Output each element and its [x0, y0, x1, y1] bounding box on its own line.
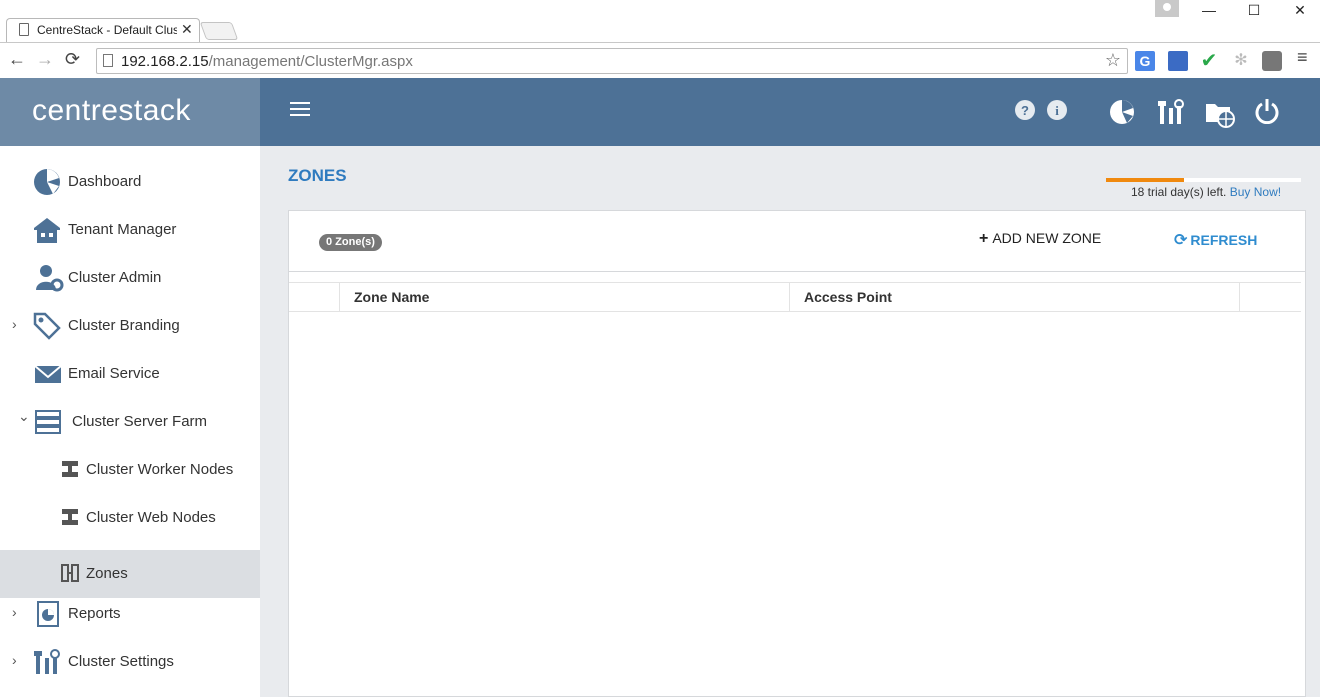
sidebar-item-label: Cluster Branding [68, 317, 180, 334]
trial-days-text: 18 trial day(s) left. [1131, 185, 1227, 199]
tools-icon[interactable] [1157, 98, 1185, 126]
snowflake-ext-icon[interactable]: ✻ [1231, 51, 1251, 71]
sidebar-nav: Dashboard Tenant Manager Cluster Admin ›… [0, 146, 260, 697]
tags-icon [33, 312, 61, 340]
trial-progress-bar [1106, 178, 1301, 182]
trial-progress-fill [1106, 178, 1184, 182]
actions-column-header [1240, 283, 1301, 312]
sidebar-item-cluster-admin[interactable]: Cluster Admin [0, 254, 260, 302]
brand-area[interactable]: centrestack [0, 78, 260, 146]
page-icon [19, 23, 29, 36]
new-tab-button[interactable] [199, 22, 239, 40]
sidebar-item-label: Dashboard [68, 173, 142, 190]
hamburger-menu-icon[interactable] [290, 102, 310, 118]
envelope-icon [34, 365, 62, 383]
calendar-ext-icon[interactable] [1168, 51, 1188, 71]
sidebar-item-cluster-web-nodes[interactable]: Cluster Web Nodes [0, 494, 260, 542]
chevron-right-icon[interactable]: › [12, 316, 17, 332]
report-icon [37, 601, 59, 627]
zones-table-header: Zone Name Access Point [289, 282, 1301, 312]
refresh-icon: ⟳ [1174, 232, 1188, 249]
sidebar-item-label: Cluster Settings [68, 653, 174, 670]
sidebar-item-label: Email Service [68, 365, 160, 382]
sidebar-item-label: Tenant Manager [68, 221, 177, 238]
info-icon[interactable]: i [1047, 100, 1067, 120]
box-ext-icon[interactable] [1262, 51, 1282, 71]
plus-icon: + [979, 230, 989, 247]
node-icon [62, 461, 78, 477]
reload-button[interactable]: ⟳ [65, 49, 80, 70]
bookmark-star-icon[interactable]: ☆ [1105, 50, 1121, 71]
sidebar-item-label: Cluster Web Nodes [86, 509, 216, 526]
folder-globe-icon[interactable] [1204, 98, 1236, 128]
zones-panel: 0 Zone(s) + ADD NEW ZONE ⟳ REFRESH Zone Na… [288, 210, 1306, 697]
buy-now-link[interactable]: Buy Now! [1230, 185, 1281, 199]
browser-menu-icon[interactable]: ≡ [1297, 47, 1308, 68]
sidebar-item-label: Cluster Server Farm [72, 413, 208, 430]
sidebar-item-label: Zones [86, 565, 128, 582]
panel-toolbar: 0 Zone(s) + ADD NEW ZONE ⟳ REFRESH [289, 211, 1305, 272]
sidebar-item-cluster-server-farm[interactable]: ⌄ Cluster Server Farm [0, 398, 260, 446]
google-translate-icon[interactable]: G [1135, 51, 1155, 71]
svg-text:i: i [1055, 103, 1059, 118]
url-text[interactable]: 192.168.2.15/management/ClusterMgr.aspx [121, 53, 413, 70]
sidebar-item-reports[interactable]: › Reports [0, 590, 260, 638]
trial-status: 18 trial day(s) left. Buy Now! [1131, 185, 1281, 199]
sidebar-item-label: Cluster Worker Nodes [86, 461, 234, 478]
power-icon[interactable] [1254, 98, 1280, 124]
sidebar-item-label: Reports [68, 605, 121, 622]
browser-toolbar: ← → ⟳ 192.168.2.15/management/ClusterMgr… [0, 42, 1320, 78]
address-bar[interactable]: 192.168.2.15/management/ClusterMgr.aspx … [96, 48, 1128, 74]
tab-close-icon[interactable]: ✕ [181, 21, 193, 38]
close-window-button[interactable]: ✕ [1285, 2, 1315, 19]
checkmark-ext-icon[interactable]: ✔ [1199, 51, 1219, 71]
zone-count-badge: 0 Zone(s) [319, 234, 382, 251]
access-point-column-header[interactable]: Access Point [790, 283, 1240, 312]
help-icon[interactable]: ? [1015, 100, 1035, 120]
dashboard-pie-icon[interactable] [1109, 99, 1135, 125]
tools-icon [34, 649, 60, 674]
page-title: ZONES [288, 166, 347, 185]
zones-icon [61, 564, 79, 582]
zone-name-column-header[interactable]: Zone Name [340, 283, 790, 312]
main-content: ZONES 18 trial day(s) left. Buy Now! 0 Z… [260, 146, 1320, 697]
chevron-right-icon[interactable]: › [12, 604, 17, 620]
back-button[interactable]: ← [8, 49, 26, 70]
chevron-right-icon[interactable]: › [12, 652, 17, 668]
maximize-button[interactable]: ☐ [1239, 2, 1269, 19]
tab-title: CentreStack - Default Clus [37, 23, 177, 37]
node-icon [62, 509, 78, 525]
sidebar-item-cluster-branding[interactable]: › Cluster Branding [0, 302, 260, 350]
pie-chart-icon [34, 169, 60, 195]
page-info-icon[interactable] [103, 54, 113, 67]
sidebar-item-cluster-settings[interactable]: › Cluster Settings [0, 638, 260, 686]
user-gear-icon [36, 265, 64, 292]
select-column-header[interactable] [289, 283, 340, 312]
brand-logo: centrestack [32, 94, 191, 127]
browser-tabstrip: CentreStack - Default Clus ✕ — ☐ ✕ [0, 0, 1320, 42]
building-icon [34, 218, 60, 243]
sidebar-item-email-service[interactable]: Email Service [0, 350, 260, 398]
user-profile-icon[interactable] [1155, 0, 1179, 17]
sidebar-item-cluster-worker-nodes[interactable]: Cluster Worker Nodes [0, 446, 260, 494]
server-stack-icon [35, 410, 61, 434]
app-header: centrestack ? i [0, 78, 1320, 146]
svg-text:?: ? [1021, 103, 1029, 118]
sidebar-item-tenant-manager[interactable]: Tenant Manager [0, 206, 260, 254]
add-new-zone-button[interactable]: + ADD NEW ZONE [979, 230, 1101, 248]
browser-tab[interactable]: CentreStack - Default Clus ✕ [6, 18, 200, 42]
forward-button[interactable]: → [36, 49, 54, 70]
sidebar-item-dashboard[interactable]: Dashboard [0, 158, 260, 206]
sidebar-item-label: Cluster Admin [68, 269, 162, 286]
refresh-button[interactable]: ⟳ REFRESH [1174, 230, 1257, 250]
chevron-down-icon[interactable]: ⌄ [18, 408, 30, 425]
minimize-button[interactable]: — [1194, 2, 1224, 18]
